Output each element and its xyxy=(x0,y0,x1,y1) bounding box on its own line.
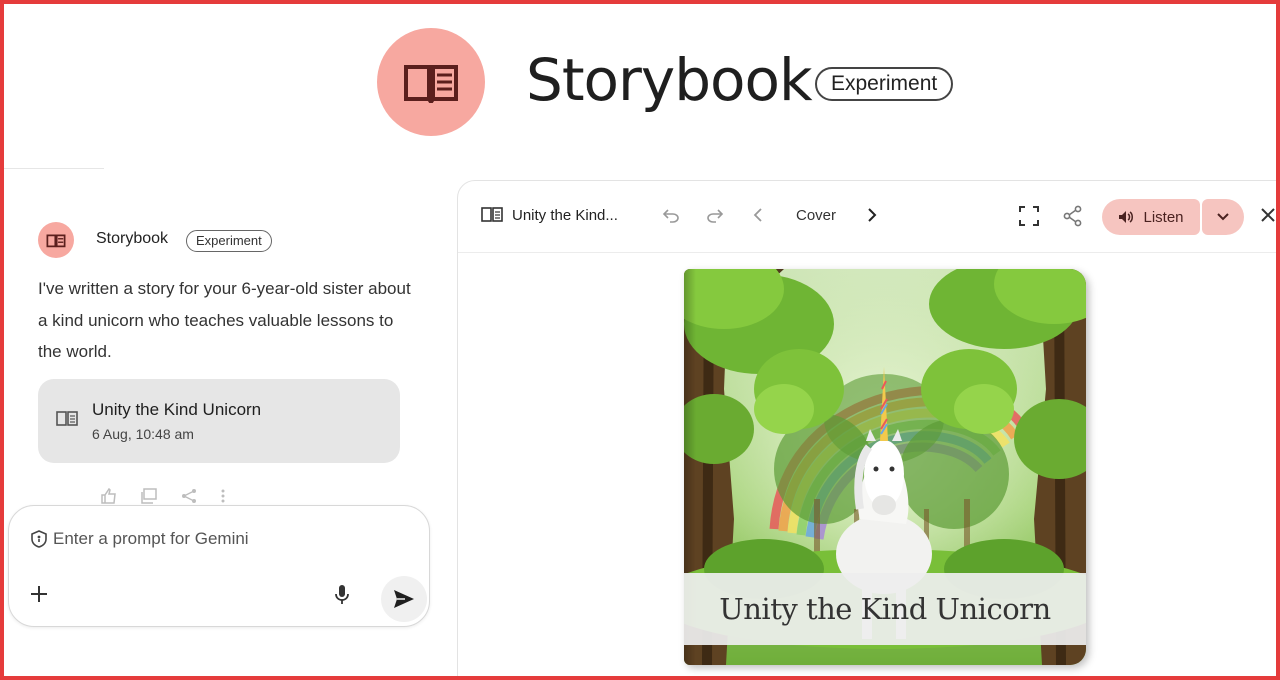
close-icon[interactable] xyxy=(1260,207,1276,223)
book-icon xyxy=(481,207,503,222)
chevron-left-icon[interactable] xyxy=(752,207,764,223)
story-card-title: Unity the Kind Unicorn xyxy=(92,400,262,419)
feedback-row xyxy=(100,488,226,504)
listen-button[interactable]: Listen xyxy=(1102,199,1200,235)
listen-options-button[interactable] xyxy=(1202,199,1244,235)
prompt-input[interactable] xyxy=(53,526,413,552)
chevron-right-icon[interactable] xyxy=(866,207,878,223)
story-card[interactable]: Unity the Kind Unicorn 6 Aug, 10:48 am xyxy=(38,379,400,463)
book-open-icon xyxy=(404,65,458,103)
speaker-icon xyxy=(1119,211,1134,223)
experiment-badge: Experiment xyxy=(815,67,954,101)
share-icon[interactable] xyxy=(1063,205,1083,227)
storybook-logo xyxy=(377,28,485,136)
listen-label: Listen xyxy=(1143,208,1184,226)
shield-icon xyxy=(31,530,47,548)
plus-icon[interactable] xyxy=(29,584,49,604)
experiment-badge-small: Experiment xyxy=(186,230,272,252)
microphone-icon[interactable] xyxy=(334,584,350,606)
share-icon[interactable] xyxy=(180,488,198,504)
avatar xyxy=(38,222,74,258)
book-cover[interactable]: Unity the Kind Unicorn xyxy=(684,269,1086,665)
cover-title: Unity the Kind Unicorn xyxy=(684,573,1086,645)
chat-message: I've written a story for your 6-year-old… xyxy=(38,279,411,361)
page-indicator: Cover xyxy=(796,207,837,224)
chevron-down-icon xyxy=(1217,213,1229,221)
book-icon xyxy=(56,411,78,426)
fullscreen-icon[interactable] xyxy=(1018,205,1040,227)
prompt-box xyxy=(8,505,430,627)
undo-icon[interactable] xyxy=(662,207,680,223)
send-button[interactable] xyxy=(381,576,427,622)
book-open-icon xyxy=(46,233,66,247)
story-card-date: 6 Aug, 10:48 am xyxy=(92,426,194,442)
thumbs-up-icon[interactable] xyxy=(100,488,118,504)
page-title: Storybook xyxy=(526,46,813,114)
divider xyxy=(4,168,104,169)
send-icon xyxy=(394,590,414,608)
more-icon[interactable] xyxy=(220,488,226,504)
copy-icon[interactable] xyxy=(140,488,158,504)
story-viewer-panel: Unity the Kind... Cover Listen Unity the… xyxy=(457,180,1280,680)
viewer-toolbar: Unity the Kind... Cover Listen xyxy=(458,181,1280,253)
sender-name: Storybook xyxy=(96,230,169,247)
viewer-title: Unity the Kind... xyxy=(512,207,618,224)
redo-icon[interactable] xyxy=(706,207,724,223)
